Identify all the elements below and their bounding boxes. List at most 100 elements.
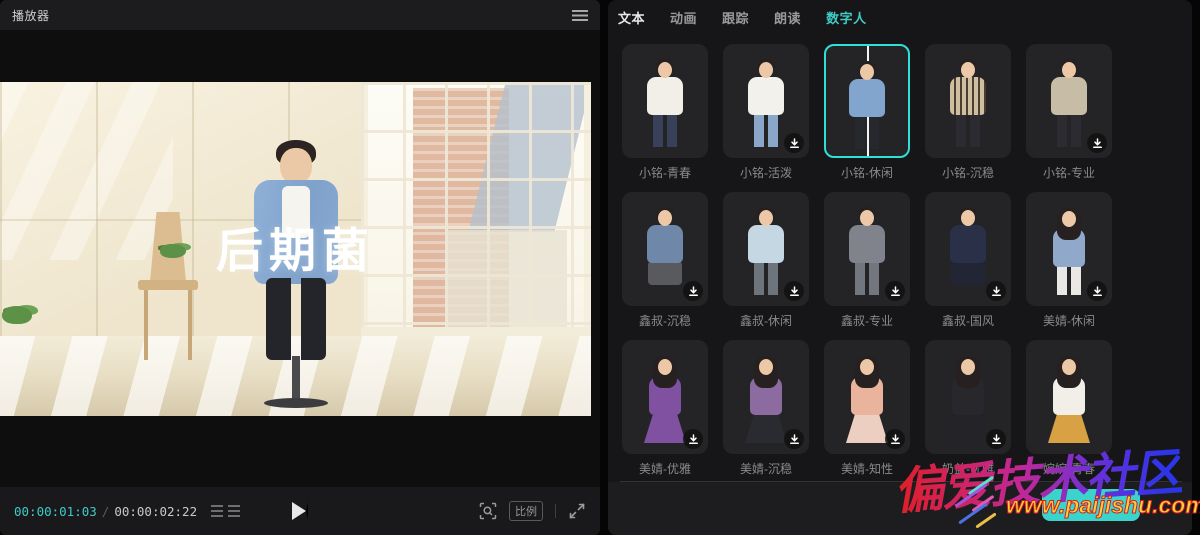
download-icon[interactable]: [683, 429, 703, 449]
avatar-card[interactable]: [723, 192, 809, 306]
avatar-torso: [1051, 77, 1087, 115]
current-time: 00:00:01:03: [14, 503, 97, 519]
avatar-cell: 鑫叔-专业: [824, 192, 910, 328]
avatar-card[interactable]: [622, 192, 708, 306]
avatar-torso: [647, 77, 683, 115]
download-icon[interactable]: [986, 281, 1006, 301]
avatar-cell: 美婧-优雅: [622, 340, 708, 476]
avatar-card[interactable]: [1026, 44, 1112, 158]
avatar-cell: 小铭-活泼: [723, 44, 809, 180]
avatar-head: [860, 64, 874, 80]
avatar-card[interactable]: [1026, 192, 1112, 306]
inspector-footer: [608, 482, 1192, 535]
inspector-panel: 文本 动画 跟踪 朗读 数字人 小铭-青春 小铭-活泼 小铭-休闲 小铭-沉稳 …: [608, 0, 1192, 535]
fullscreen-icon[interactable]: [568, 502, 586, 520]
avatar-head: [759, 359, 773, 375]
avatar-head: [658, 210, 672, 226]
download-icon[interactable]: [1087, 133, 1107, 153]
avatar-card[interactable]: [622, 44, 708, 158]
download-icon[interactable]: [885, 281, 905, 301]
avatar-label: 美婧-优雅: [639, 462, 691, 476]
download-icon[interactable]: [885, 429, 905, 449]
download-icon[interactable]: [784, 133, 804, 153]
avatar-figure: [633, 51, 697, 151]
avatar-torso: [647, 225, 683, 263]
avatar-head: [1062, 211, 1076, 227]
avatar-cell: 婉婉-青春: [1026, 340, 1112, 476]
avatar-legs: [754, 115, 778, 147]
avatar-torso: [849, 79, 885, 117]
ratio-button[interactable]: 比例: [509, 501, 543, 521]
avatar-legs: [653, 115, 677, 147]
avatar-head: [658, 359, 672, 375]
avatar-cell: 鑫叔-国风: [925, 192, 1011, 328]
total-duration: 00:00:02:22: [114, 503, 198, 519]
play-button[interactable]: [292, 502, 308, 520]
preview-focus-icon[interactable]: [479, 502, 497, 520]
tab-5[interactable]: 数字人: [826, 8, 867, 27]
avatar-head: [1062, 62, 1076, 78]
avatar-label: 鑫叔-休闲: [740, 314, 792, 328]
avatar-card[interactable]: [1026, 340, 1112, 454]
plant: [2, 306, 32, 324]
video-overlay-text[interactable]: 后期菌: [0, 212, 591, 281]
add-digital-human-button[interactable]: [1042, 489, 1140, 521]
avatar-card[interactable]: [925, 44, 1011, 158]
avatar-label: 鑫叔-沉稳: [639, 314, 691, 328]
tab-2[interactable]: 动画: [670, 8, 697, 27]
avatar-legs: [1057, 115, 1081, 147]
video-windows-background: [360, 82, 591, 336]
avatar-cell: 小铭-休闲: [824, 44, 910, 180]
avatar-grid: 小铭-青春 小铭-活泼 小铭-休闲 小铭-沉稳 小铭-专业 鑫叔-沉稳 鑫叔-休…: [608, 34, 1192, 476]
avatar-head: [961, 210, 975, 226]
avatar-legs: [1057, 263, 1081, 295]
avatar-card[interactable]: [824, 44, 910, 158]
video-preview[interactable]: 后期菌: [0, 82, 591, 416]
avatar-torso: [849, 225, 885, 263]
download-icon[interactable]: [1087, 281, 1107, 301]
tab-1[interactable]: 文本: [618, 8, 645, 27]
avatar-legs: [951, 261, 985, 285]
avatar-legs: [648, 261, 682, 285]
avatar-card[interactable]: [925, 192, 1011, 306]
avatar-label: 小铭-活泼: [740, 166, 792, 180]
avatar-card[interactable]: [925, 340, 1011, 454]
avatar-head: [860, 210, 874, 226]
avatar-label: 奶盖-优雅: [942, 462, 994, 476]
avatar-cell: 美婧-沉稳: [723, 340, 809, 476]
avatar-head: [961, 62, 975, 78]
download-icon[interactable]: [986, 429, 1006, 449]
avatar-torso: [748, 77, 784, 115]
avatar-legs: [754, 263, 778, 295]
avatar-cell: 鑫叔-休闲: [723, 192, 809, 328]
hamburger-menu-icon[interactable]: [572, 9, 588, 21]
avatar-figure: [1037, 347, 1101, 447]
download-icon[interactable]: [784, 281, 804, 301]
avatar-cell: 美婧-休闲: [1026, 192, 1112, 328]
avatar-cell: 小铭-青春: [622, 44, 708, 180]
avatar-label: 小铭-专业: [1043, 166, 1095, 180]
avatar-card[interactable]: [723, 44, 809, 158]
toolbar-divider: [555, 504, 556, 518]
avatar-label: 美婧-知性: [841, 462, 893, 476]
avatar-cell: 小铭-沉稳: [925, 44, 1011, 180]
avatar-card[interactable]: [824, 192, 910, 306]
avatar-legs: [956, 115, 980, 147]
avatar-card[interactable]: [622, 340, 708, 454]
frame-list-icon[interactable]: [211, 505, 241, 517]
tab-4[interactable]: 朗读: [774, 8, 801, 27]
download-icon[interactable]: [683, 281, 703, 301]
avatar-label: 美婧-沉稳: [740, 462, 792, 476]
avatar-head: [1062, 359, 1076, 375]
download-icon[interactable]: [784, 429, 804, 449]
avatar-cell: 小铭-专业: [1026, 44, 1112, 180]
avatar-card[interactable]: [723, 340, 809, 454]
avatar-torso: [950, 225, 986, 263]
avatar-torso: [748, 225, 784, 263]
inspector-tabs: 文本 动画 跟踪 朗读 数字人: [608, 0, 1192, 34]
avatar-cell: 奶盖-优雅: [925, 340, 1011, 476]
player-title: 播放器: [12, 8, 50, 23]
avatar-card[interactable]: [824, 340, 910, 454]
avatar-head: [658, 62, 672, 78]
tab-3[interactable]: 跟踪: [722, 8, 749, 27]
